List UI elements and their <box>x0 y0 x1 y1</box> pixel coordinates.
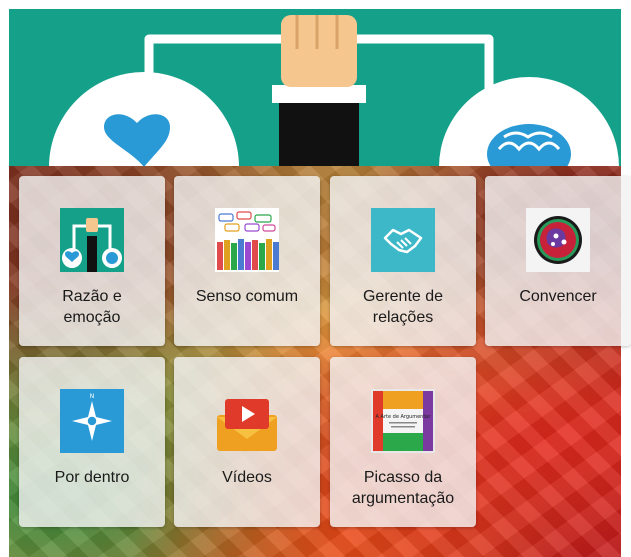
tile-label-line1: Vídeos <box>222 469 272 486</box>
video-play-icon <box>215 389 279 453</box>
tile-label-line1: Convencer <box>519 288 597 305</box>
scale-heart-brain-icon <box>60 208 124 272</box>
book-cover-title: A Arte de Argumentar <box>376 414 432 420</box>
tile-convencer[interactable]: Convencer <box>485 176 631 346</box>
tile-label-line1: Senso comum <box>195 288 299 305</box>
tile-label: Razão e emoção <box>23 286 161 328</box>
tile-label-line2: emoção <box>63 309 121 326</box>
tile-label-line2: argumentação <box>351 490 455 507</box>
header-banner <box>9 9 621 167</box>
tile-senso-comum[interactable]: Senso comum <box>174 176 320 346</box>
tile-razao-e-emocao[interactable]: Razão e emoção <box>19 176 165 346</box>
tile-videos[interactable]: Vídeos <box>174 357 320 527</box>
book-cover-icon: A Arte de Argumentar <box>371 389 435 453</box>
balance-scale-illustration <box>49 15 619 167</box>
tile-por-dentro[interactable]: N Por dentro <box>19 357 165 527</box>
tile-label: Convencer <box>489 286 627 307</box>
tile-label: Gerente de relações <box>334 286 472 328</box>
handshake-icon <box>371 208 435 272</box>
tile-label-line1: Razão e <box>62 288 122 305</box>
tile-label-line1: Por dentro <box>54 469 130 486</box>
tile-label-line1: Gerente de <box>362 288 444 305</box>
crowd-speech-bubbles-icon <box>215 208 279 272</box>
tile-label: Picasso da argumentação <box>334 467 472 509</box>
tile-label: Senso comum <box>178 286 316 307</box>
compass-icon: N <box>60 389 124 453</box>
tile-label: Por dentro <box>23 467 161 488</box>
tile-gerente-de-relacoes[interactable]: Gerente de relações <box>330 176 476 346</box>
tile-picasso-da-argumentacao[interactable]: A Arte de Argumentar Picasso da argument… <box>330 357 476 527</box>
tile-label: Vídeos <box>178 467 316 488</box>
tile-label-line2: relações <box>372 309 434 326</box>
persuasion-mouth-icon <box>526 208 590 272</box>
tile-label-line1: Picasso da <box>363 469 443 486</box>
svg-text:N: N <box>90 393 95 400</box>
